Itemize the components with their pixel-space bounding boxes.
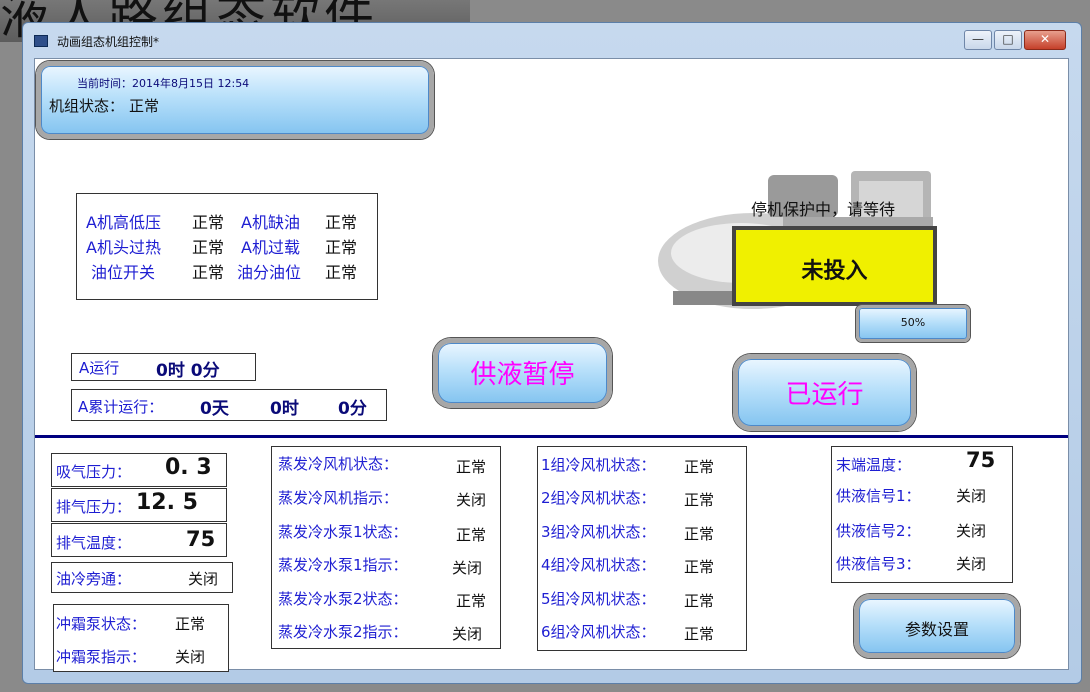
suction-pressure-label: 吸气压力： (56, 463, 132, 481)
defrost-indicate-label: 冲霜泵指示： (56, 648, 147, 666)
defrost-state-label: 冲霜泵状态： (56, 615, 147, 633)
fan-group-label: 4组冷风机状态： (541, 556, 656, 574)
control-panel: 当前时间：2014年8月15日 12:54 机组状态： 正常 A机高低压 正常 … (34, 58, 1069, 672)
a-total-days: 0天 (200, 399, 229, 419)
a-total-mins: 0分 (338, 399, 367, 419)
evap-label: 蒸发冷水泵1指示： (278, 556, 408, 574)
fan-group-label: 5组冷风机状态： (541, 590, 656, 608)
title-bar[interactable]: 动画组态机组控制* — □ ✕ (23, 23, 1081, 57)
fan-group-value: 正常 (684, 625, 715, 643)
discharge-temp-box: 排气温度： 75 (51, 523, 227, 557)
section-divider (35, 435, 1068, 438)
protect-label: 油分油位 (237, 263, 302, 282)
protection-message: 停机保护中，请等待 (751, 200, 896, 219)
a-run-value: 0时 0分 (156, 361, 220, 381)
protect-value: 正常 (325, 213, 358, 232)
fan-group-value: 正常 (684, 458, 715, 476)
supply-signal-2-label: 供液信号2： (836, 522, 921, 540)
window-title: 动画组态机组控制* (57, 35, 160, 49)
protection-panel: A机高低压 正常 A机缺油 正常 A机头过热 正常 A机过载 正常 油位开关 正… (76, 193, 378, 300)
discharge-pressure-box: 排气压力： 12. 5 (51, 488, 227, 522)
fan-group-panel: 1组冷风机状态： 正常 2组冷风机状态： 正常 3组冷风机状态： 正常 4组冷风… (537, 446, 747, 651)
defrost-pump-box: 冲霜泵状态： 正常 冲霜泵指示： 关闭 (53, 604, 229, 672)
fan-group-value: 正常 (684, 592, 715, 610)
evap-value: 关闭 (452, 559, 483, 577)
discharge-pressure-label: 排气压力： (56, 498, 132, 516)
suction-pressure-box: 吸气压力： 0. 3 (51, 453, 227, 487)
status-header: 当前时间：2014年8月15日 12:54 机组状态： 正常 (36, 61, 434, 139)
evap-value: 正常 (456, 458, 487, 476)
evap-label: 蒸发冷风机状态： (278, 455, 399, 473)
maximize-button[interactable]: □ (994, 30, 1022, 50)
machine-status-box: 未投入 (732, 226, 937, 306)
protect-label: A机缺油 (241, 213, 300, 232)
fan-group-value: 正常 (684, 558, 715, 576)
a-total-label: A累计运行： (78, 398, 164, 416)
unit-state-label: 机组状态： (49, 97, 125, 115)
parameter-settings-button[interactable]: 参数设置 (854, 594, 1020, 658)
evap-value: 正常 (456, 592, 487, 610)
evap-value: 正常 (456, 526, 487, 544)
evap-value: 关闭 (456, 491, 487, 509)
a-total-hours: 0时 (270, 399, 299, 419)
protect-value: 正常 (192, 263, 225, 282)
minimize-button[interactable]: — (964, 30, 992, 50)
a-total-box: A累计运行： 0天 0时 0分 (71, 389, 387, 421)
evap-label: 蒸发冷水泵2状态： (278, 590, 408, 608)
fan-group-label: 6组冷风机状态： (541, 623, 656, 641)
machine-status-value: 未投入 (801, 258, 868, 284)
protect-label: 油位开关 (91, 263, 156, 282)
running-label: 已运行 (785, 380, 864, 410)
fan-group-label: 1组冷风机状态： (541, 456, 656, 474)
percent-display: 50% (856, 305, 970, 342)
oil-bypass-box: 油冷旁通： 关闭 (51, 562, 233, 593)
a-run-box: A运行 0时 0分 (71, 353, 256, 381)
protect-label: A机过载 (241, 238, 300, 257)
supply-pause-label: 供液暂停 (470, 360, 575, 390)
close-button[interactable]: ✕ (1024, 30, 1066, 50)
running-button[interactable]: 已运行 (733, 354, 916, 431)
terminal-temp-value: 75 (966, 448, 996, 472)
discharge-temp-value: 75 (186, 527, 216, 551)
unit-state-value: 正常 (129, 97, 160, 115)
app-window: 动画组态机组控制* — □ ✕ 当前时间：2014年8月15日 12:54 机组… (22, 22, 1082, 684)
supply-signal-1-value: 关闭 (956, 487, 987, 505)
suction-pressure-value: 0. 3 (165, 455, 212, 480)
percent-value: 50% (900, 316, 926, 329)
supply-signal-2-value: 关闭 (956, 522, 987, 540)
current-time: 当前时间：2014年8月15日 12:54 (77, 77, 250, 90)
evap-label: 蒸发冷风机指示： (278, 489, 399, 507)
terminal-panel: 末端温度： 75 供液信号1： 关闭 供液信号2： 关闭 供液信号3： 关闭 (831, 446, 1013, 583)
app-icon (34, 35, 48, 47)
defrost-state-value: 正常 (175, 615, 206, 633)
evap-value: 关闭 (452, 625, 483, 643)
fan-group-label: 2组冷风机状态： (541, 489, 656, 507)
fan-group-value: 正常 (684, 491, 715, 509)
protect-value: 正常 (325, 263, 358, 282)
protect-label: A机头过热 (86, 238, 161, 257)
protect-label: A机高低压 (86, 213, 161, 232)
discharge-temp-label: 排气温度： (56, 534, 132, 552)
evap-label: 蒸发冷水泵1状态： (278, 523, 408, 541)
protect-value: 正常 (192, 213, 225, 232)
supply-signal-1-label: 供液信号1： (836, 487, 921, 505)
fan-group-label: 3组冷风机状态： (541, 523, 656, 541)
parameter-settings-label: 参数设置 (904, 620, 969, 639)
defrost-indicate-value: 关闭 (175, 648, 206, 666)
protect-value: 正常 (325, 238, 358, 257)
protect-value: 正常 (192, 238, 225, 257)
discharge-pressure-value: 12. 5 (136, 490, 198, 515)
supply-signal-3-value: 关闭 (956, 555, 987, 573)
fan-group-value: 正常 (684, 525, 715, 543)
a-run-label: A运行 (79, 359, 120, 377)
supply-signal-3-label: 供液信号3： (836, 555, 921, 573)
evaporator-panel: 蒸发冷风机状态： 正常 蒸发冷风机指示： 关闭 蒸发冷水泵1状态： 正常 蒸发冷… (271, 446, 501, 649)
oil-bypass-label: 油冷旁通： (56, 570, 132, 588)
oil-bypass-value: 关闭 (188, 570, 219, 588)
supply-pause-button[interactable]: 供液暂停 (433, 338, 612, 408)
terminal-temp-label: 末端温度： (836, 456, 912, 474)
evap-label: 蒸发冷水泵2指示： (278, 623, 408, 641)
